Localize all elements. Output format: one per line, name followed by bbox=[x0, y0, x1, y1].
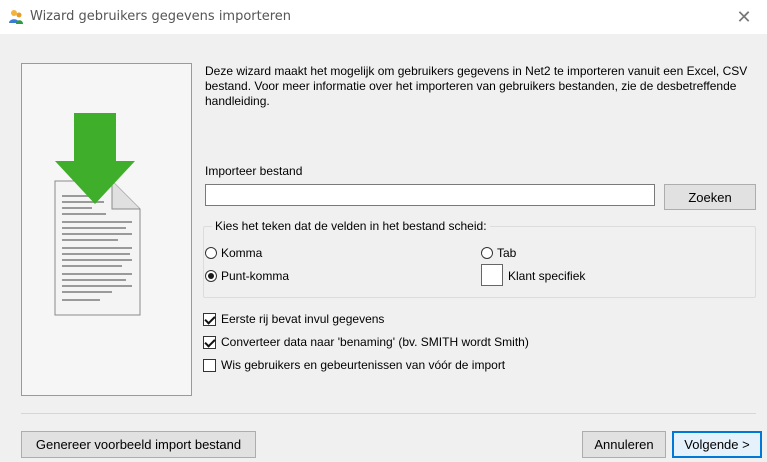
checkbox-convert-case[interactable] bbox=[203, 336, 216, 349]
next-button[interactable]: Volgende > bbox=[672, 431, 762, 458]
custom-separator-input[interactable] bbox=[481, 264, 503, 286]
radio-punt-komma[interactable] bbox=[205, 270, 217, 282]
close-button[interactable]: ✕ bbox=[721, 0, 767, 34]
checkbox-clear-users[interactable] bbox=[203, 359, 216, 372]
radio-tab[interactable] bbox=[481, 247, 493, 259]
footer-divider bbox=[21, 413, 756, 414]
search-button[interactable]: Zoeken bbox=[664, 184, 756, 210]
close-icon: ✕ bbox=[736, 6, 752, 28]
checkbox-clear-users-label[interactable]: Wis gebruikers en gebeurtenissen van vóó… bbox=[221, 358, 505, 372]
radio-komma-label[interactable]: Komma bbox=[221, 246, 262, 260]
import-document-icon bbox=[54, 113, 141, 316]
radio-komma[interactable] bbox=[205, 247, 217, 259]
intro-text: Deze wizard maakt het mogelijk om gebrui… bbox=[205, 64, 748, 108]
separator-group-legend: Kies het teken dat de velden in het best… bbox=[212, 219, 490, 233]
radio-punt-komma-label[interactable]: Punt-komma bbox=[221, 269, 289, 283]
checkbox-first-row-header[interactable] bbox=[203, 313, 216, 326]
wizard-illustration-panel bbox=[21, 63, 192, 396]
cancel-button[interactable]: Annuleren bbox=[582, 431, 666, 458]
import-file-input[interactable] bbox=[205, 184, 655, 206]
custom-separator-label: Klant specifiek bbox=[508, 269, 586, 283]
import-file-label: Importeer bestand bbox=[205, 164, 303, 178]
title-bar: Wizard gebruikers gegevens importeren ✕ bbox=[0, 0, 767, 34]
window-title: Wizard gebruikers gegevens importeren bbox=[30, 9, 292, 24]
checkbox-first-row-header-label[interactable]: Eerste rij bevat invul gegevens bbox=[221, 312, 384, 326]
separator-groupbox bbox=[203, 226, 756, 298]
generate-sample-button[interactable]: Genereer voorbeeld import bestand bbox=[21, 431, 256, 458]
checkbox-convert-case-label[interactable]: Converteer data naar 'benaming' (bv. SMI… bbox=[221, 335, 529, 349]
radio-tab-label[interactable]: Tab bbox=[497, 246, 516, 260]
users-icon bbox=[9, 10, 23, 24]
